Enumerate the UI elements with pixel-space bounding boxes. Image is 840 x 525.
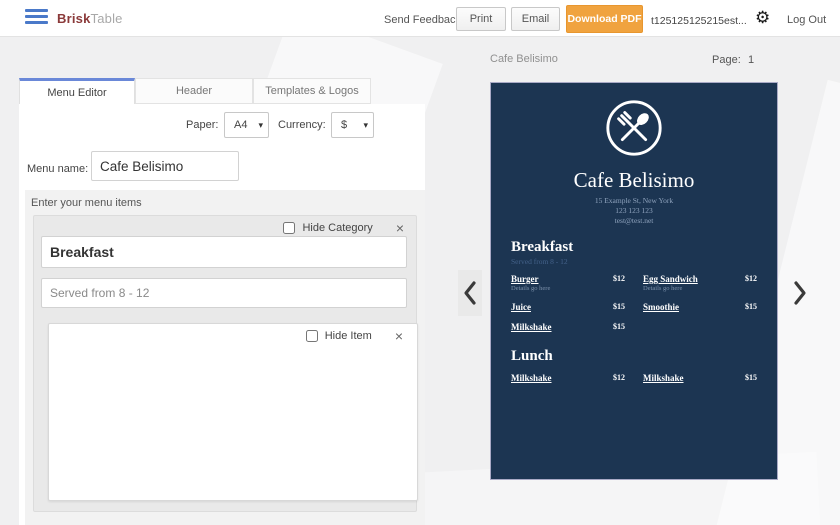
menu-item-price: $12 <box>613 274 625 283</box>
menu-name-label: Menu name: <box>27 163 89 175</box>
menu-item: Smoothie $15 <box>643 302 757 312</box>
section-subtitle: Served from 8 - 12 <box>511 257 568 266</box>
tab-menu-editor[interactable]: Menu Editor <box>19 78 135 104</box>
menu-section-lunch: Lunch Milkshake $12 Milkshake $15 <box>511 348 757 383</box>
tab-templates-logos[interactable]: Templates & Logos <box>253 78 371 104</box>
menu-sections: Breakfast Served from 8 - 12 Burger Detai… <box>491 239 777 383</box>
category-name-input[interactable] <box>41 236 407 268</box>
tab-header[interactable]: Header <box>135 78 253 104</box>
menu-item-price: $15 <box>745 373 757 382</box>
menu-item: Milkshake $15 <box>511 322 625 332</box>
hide-category-checkbox[interactable] <box>283 222 296 234</box>
items-heading: Enter your menu items <box>31 197 142 209</box>
section-name: Breakfast <box>511 239 574 255</box>
menu-item: Egg Sandwich Details go here $12 <box>643 274 757 292</box>
item-card-header: Hide Item × <box>305 329 417 343</box>
page-label: Page: <box>712 54 741 66</box>
menu-item-details: Details go here <box>643 285 683 292</box>
previous-page-button[interactable] <box>458 270 482 316</box>
menu-address: 15 Example St, New York <box>594 196 674 205</box>
menu-item: Milkshake $15 <box>643 373 757 383</box>
menu-item-name: Burger <box>511 274 539 284</box>
email-button[interactable]: Email <box>511 7 560 31</box>
menu-item-name: Juice <box>511 302 531 312</box>
top-bar: BriskTable Send Feedback Print Email Dow… <box>0 0 840 37</box>
menu-item-price: $15 <box>613 322 625 331</box>
section-name: Lunch <box>511 348 553 364</box>
menu-title: Cafe Belisimo <box>573 168 695 192</box>
app-logo: BriskTable <box>57 11 123 26</box>
hide-category-label: Hide Category <box>302 222 373 234</box>
gear-icon[interactable]: ⚙ <box>755 8 770 28</box>
menu-item-name: Milkshake <box>643 373 684 383</box>
currency-label: Currency: <box>278 119 326 131</box>
section-items-grid: Milkshake $12 Milkshake $15 <box>511 373 757 383</box>
hamburger-menu-icon[interactable] <box>25 9 49 27</box>
paper-select[interactable]: A4 ▾ <box>224 112 269 138</box>
menu-section-breakfast: Breakfast Served from 8 - 12 Burger Detai… <box>511 239 757 332</box>
caret-down-icon: ▾ <box>363 120 368 130</box>
menu-item: Milkshake $12 <box>511 373 625 383</box>
category-description-input[interactable] <box>41 278 407 308</box>
hide-item-label: Hide Item <box>324 330 372 342</box>
section-items-grid: Burger Details go here $12 Egg Sandwich De… <box>511 274 757 332</box>
currency-select-value: $ <box>341 119 348 131</box>
caret-down-icon: ▾ <box>258 120 263 130</box>
print-button[interactable]: Print <box>456 7 506 31</box>
logo-bold: Brisk <box>57 11 91 26</box>
fork-spoon-icon <box>606 100 662 156</box>
send-feedback-link[interactable]: Send Feedback <box>384 14 461 26</box>
menu-preview-document: Cafe Belisimo 15 Example St, New York 12… <box>490 82 778 480</box>
chevron-left-icon <box>464 281 476 305</box>
close-icon[interactable]: × <box>396 221 404 235</box>
menu-phone: 123 123 123 <box>615 206 653 215</box>
menu-item-name: Milkshake <box>511 322 552 332</box>
menu-item-price: $12 <box>613 373 625 382</box>
menu-item-details: Details go here <box>511 285 551 292</box>
page-value[interactable]: 1 <box>748 54 754 66</box>
logo-light: Table <box>90 11 123 26</box>
logout-link[interactable]: Log Out <box>787 14 826 26</box>
menu-item-name: Milkshake <box>511 373 552 383</box>
paper-select-value: A4 <box>234 119 248 131</box>
menu-item-name: Egg Sandwich <box>643 274 698 284</box>
chevron-right-icon <box>794 281 806 305</box>
hide-item-checkbox[interactable] <box>305 330 318 342</box>
username-menu[interactable]: t125125125215est... <box>651 15 747 27</box>
menu-item-price: $15 <box>613 302 625 311</box>
menu-item: Juice $15 <box>511 302 625 312</box>
menu-email: test@test.net <box>614 216 654 225</box>
restaurant-logo <box>491 97 777 164</box>
menu-item-price: $15 <box>745 302 757 311</box>
menu-name-input[interactable] <box>91 151 239 181</box>
item-card: Hide Item × <box>48 323 418 501</box>
preview-doc-label: Cafe Belisimo <box>490 53 558 65</box>
paper-label: Paper: <box>186 119 219 131</box>
category-card-header: Hide Category × <box>283 221 416 235</box>
currency-select[interactable]: $ ▾ <box>331 112 374 138</box>
close-icon[interactable]: × <box>395 329 403 343</box>
next-page-button[interactable] <box>788 270 812 316</box>
menu-item-price: $12 <box>745 274 757 283</box>
menu-item-name: Smoothie <box>643 302 679 312</box>
download-pdf-button[interactable]: Download PDF <box>566 5 643 33</box>
menu-contact-block: 15 Example St, New York 123 123 123 test… <box>491 196 777 226</box>
menu-item: Burger Details go here $12 <box>511 274 625 292</box>
